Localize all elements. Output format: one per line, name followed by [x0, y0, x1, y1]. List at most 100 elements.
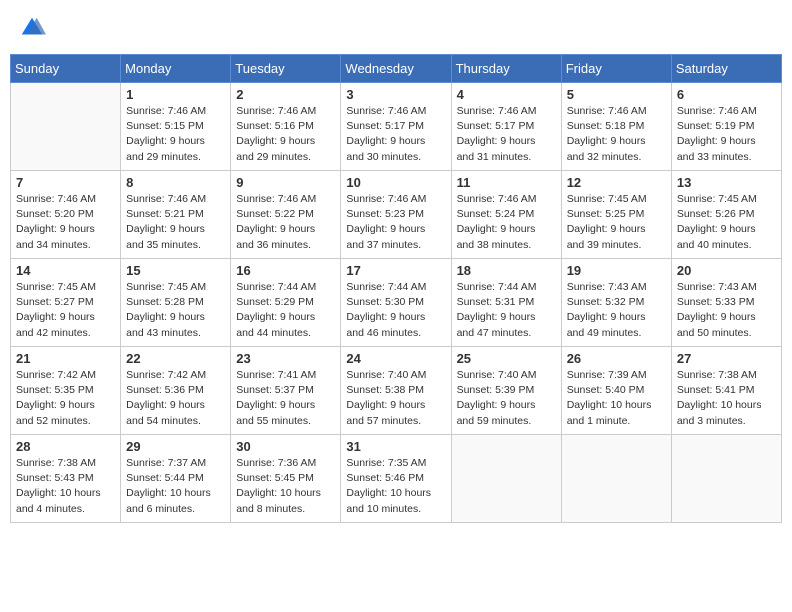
page-header — [10, 10, 782, 46]
calendar-table: SundayMondayTuesdayWednesdayThursdayFrid… — [10, 54, 782, 523]
calendar-cell: 9 Sunrise: 7:46 AMSunset: 5:22 PMDaylight… — [231, 171, 341, 259]
calendar-cell: 25 Sunrise: 7:40 AMSunset: 5:39 PMDayligh… — [451, 347, 561, 435]
day-number: 3 — [346, 87, 445, 102]
day-number: 20 — [677, 263, 776, 278]
calendar-cell: 16Sunrise: 7:44 AMSunset: 5:29 PMDayligh… — [231, 259, 341, 347]
calendar-cell: 3 Sunrise: 7:46 AMSunset: 5:17 PMDaylight… — [341, 83, 451, 171]
day-number: 24 — [346, 351, 445, 366]
day-number: 16 — [236, 263, 335, 278]
day-info: Sunrise: 7:46 AMSunset: 5:17 PMDaylight:… — [457, 104, 556, 165]
calendar-cell: 27 Sunrise: 7:38 AMSunset: 5:41 PMDayligh… — [671, 347, 781, 435]
day-info: Sunrise: 7:36 AMSunset: 5:45 PMDaylight:… — [236, 456, 335, 517]
calendar-cell — [671, 435, 781, 523]
logo-icon — [18, 14, 46, 42]
day-info: Sunrise: 7:46 AMSunset: 5:24 PMDaylight:… — [457, 192, 556, 253]
day-info: Sunrise: 7:46 AMSunset: 5:20 PMDaylight:… — [16, 192, 115, 253]
calendar-cell: 15Sunrise: 7:45 AMSunset: 5:28 PMDayligh… — [121, 259, 231, 347]
day-info: Sunrise: 7:46 AMSunset: 5:17 PMDaylight:… — [346, 104, 445, 165]
day-number: 18 — [457, 263, 556, 278]
header-friday: Friday — [561, 55, 671, 83]
calendar-cell: 20 Sunrise: 7:43 AMSunset: 5:33 PMDayligh… — [671, 259, 781, 347]
calendar-cell — [451, 435, 561, 523]
calendar-cell: 8Sunrise: 7:46 AMSunset: 5:21 PMDaylight… — [121, 171, 231, 259]
calendar-cell: 1 Sunrise: 7:46 AMSunset: 5:15 PMDaylight… — [121, 83, 231, 171]
day-number: 29 — [126, 439, 225, 454]
day-number: 2 — [236, 87, 335, 102]
calendar-week-row: 7 Sunrise: 7:46 AMSunset: 5:20 PMDaylight… — [11, 171, 782, 259]
day-number: 11 — [457, 175, 556, 190]
day-number: 19 — [567, 263, 666, 278]
day-number: 14 — [16, 263, 115, 278]
calendar-cell: 5 Sunrise: 7:46 AMSunset: 5:18 PMDaylight… — [561, 83, 671, 171]
day-info: Sunrise: 7:46 AMSunset: 5:22 PMDaylight:… — [236, 192, 335, 253]
calendar-week-row: 14 Sunrise: 7:45 AMSunset: 5:27 PMDayligh… — [11, 259, 782, 347]
day-info: Sunrise: 7:44 AMSunset: 5:31 PMDaylight:… — [457, 280, 556, 341]
header-wednesday: Wednesday — [341, 55, 451, 83]
day-info: Sunrise: 7:45 AMSunset: 5:27 PMDaylight:… — [16, 280, 115, 341]
calendar-cell: 21 Sunrise: 7:42 AMSunset: 5:35 PMDayligh… — [11, 347, 121, 435]
calendar-cell: 17 Sunrise: 7:44 AMSunset: 5:30 PMDayligh… — [341, 259, 451, 347]
header-monday: Monday — [121, 55, 231, 83]
day-number: 21 — [16, 351, 115, 366]
calendar-cell: 26Sunrise: 7:39 AMSunset: 5:40 PMDayligh… — [561, 347, 671, 435]
day-number: 25 — [457, 351, 556, 366]
calendar-cell — [11, 83, 121, 171]
day-info: Sunrise: 7:40 AMSunset: 5:39 PMDaylight:… — [457, 368, 556, 429]
day-info: Sunrise: 7:45 AMSunset: 5:26 PMDaylight:… — [677, 192, 776, 253]
calendar-cell: 24Sunrise: 7:40 AMSunset: 5:38 PMDayligh… — [341, 347, 451, 435]
calendar-cell: 19 Sunrise: 7:43 AMSunset: 5:32 PMDayligh… — [561, 259, 671, 347]
day-info: Sunrise: 7:46 AMSunset: 5:23 PMDaylight:… — [346, 192, 445, 253]
calendar-cell: 29 Sunrise: 7:37 AMSunset: 5:44 PMDayligh… — [121, 435, 231, 523]
day-info: Sunrise: 7:46 AMSunset: 5:19 PMDaylight:… — [677, 104, 776, 165]
header-saturday: Saturday — [671, 55, 781, 83]
calendar-cell: 4 Sunrise: 7:46 AMSunset: 5:17 PMDaylight… — [451, 83, 561, 171]
calendar-cell: 28 Sunrise: 7:38 AMSunset: 5:43 PMDayligh… — [11, 435, 121, 523]
calendar-week-row: 21 Sunrise: 7:42 AMSunset: 5:35 PMDayligh… — [11, 347, 782, 435]
day-info: Sunrise: 7:42 AMSunset: 5:35 PMDaylight:… — [16, 368, 115, 429]
header-thursday: Thursday — [451, 55, 561, 83]
day-number: 7 — [16, 175, 115, 190]
day-info: Sunrise: 7:46 AMSunset: 5:18 PMDaylight:… — [567, 104, 666, 165]
day-number: 30 — [236, 439, 335, 454]
calendar-cell: 12Sunrise: 7:45 AMSunset: 5:25 PMDayligh… — [561, 171, 671, 259]
header-tuesday: Tuesday — [231, 55, 341, 83]
day-number: 15 — [126, 263, 225, 278]
calendar-cell: 14 Sunrise: 7:45 AMSunset: 5:27 PMDayligh… — [11, 259, 121, 347]
calendar-cell: 6 Sunrise: 7:46 AMSunset: 5:19 PMDaylight… — [671, 83, 781, 171]
day-number: 9 — [236, 175, 335, 190]
calendar-cell: 18 Sunrise: 7:44 AMSunset: 5:31 PMDayligh… — [451, 259, 561, 347]
day-info: Sunrise: 7:38 AMSunset: 5:43 PMDaylight:… — [16, 456, 115, 517]
calendar-cell: 11 Sunrise: 7:46 AMSunset: 5:24 PMDayligh… — [451, 171, 561, 259]
day-number: 1 — [126, 87, 225, 102]
day-info: Sunrise: 7:35 AMSunset: 5:46 PMDaylight:… — [346, 456, 445, 517]
day-info: Sunrise: 7:45 AMSunset: 5:25 PMDaylight:… — [567, 192, 666, 253]
day-number: 4 — [457, 87, 556, 102]
day-info: Sunrise: 7:38 AMSunset: 5:41 PMDaylight:… — [677, 368, 776, 429]
calendar-cell: 7 Sunrise: 7:46 AMSunset: 5:20 PMDaylight… — [11, 171, 121, 259]
calendar-cell: 23Sunrise: 7:41 AMSunset: 5:37 PMDayligh… — [231, 347, 341, 435]
day-number: 17 — [346, 263, 445, 278]
calendar-cell — [561, 435, 671, 523]
calendar-week-row: 28 Sunrise: 7:38 AMSunset: 5:43 PMDayligh… — [11, 435, 782, 523]
day-number: 28 — [16, 439, 115, 454]
day-number: 31 — [346, 439, 445, 454]
day-number: 6 — [677, 87, 776, 102]
day-number: 26 — [567, 351, 666, 366]
day-number: 27 — [677, 351, 776, 366]
day-info: Sunrise: 7:46 AMSunset: 5:15 PMDaylight:… — [126, 104, 225, 165]
day-number: 22 — [126, 351, 225, 366]
day-info: Sunrise: 7:44 AMSunset: 5:30 PMDaylight:… — [346, 280, 445, 341]
calendar-week-row: 1 Sunrise: 7:46 AMSunset: 5:15 PMDaylight… — [11, 83, 782, 171]
calendar-cell: 22Sunrise: 7:42 AMSunset: 5:36 PMDayligh… — [121, 347, 231, 435]
day-info: Sunrise: 7:43 AMSunset: 5:32 PMDaylight:… — [567, 280, 666, 341]
day-info: Sunrise: 7:41 AMSunset: 5:37 PMDaylight:… — [236, 368, 335, 429]
day-info: Sunrise: 7:37 AMSunset: 5:44 PMDaylight:… — [126, 456, 225, 517]
calendar-cell: 10Sunrise: 7:46 AMSunset: 5:23 PMDayligh… — [341, 171, 451, 259]
day-info: Sunrise: 7:43 AMSunset: 5:33 PMDaylight:… — [677, 280, 776, 341]
day-number: 8 — [126, 175, 225, 190]
day-number: 13 — [677, 175, 776, 190]
header-sunday: Sunday — [11, 55, 121, 83]
day-number: 5 — [567, 87, 666, 102]
day-info: Sunrise: 7:46 AMSunset: 5:16 PMDaylight:… — [236, 104, 335, 165]
logo — [18, 14, 50, 42]
